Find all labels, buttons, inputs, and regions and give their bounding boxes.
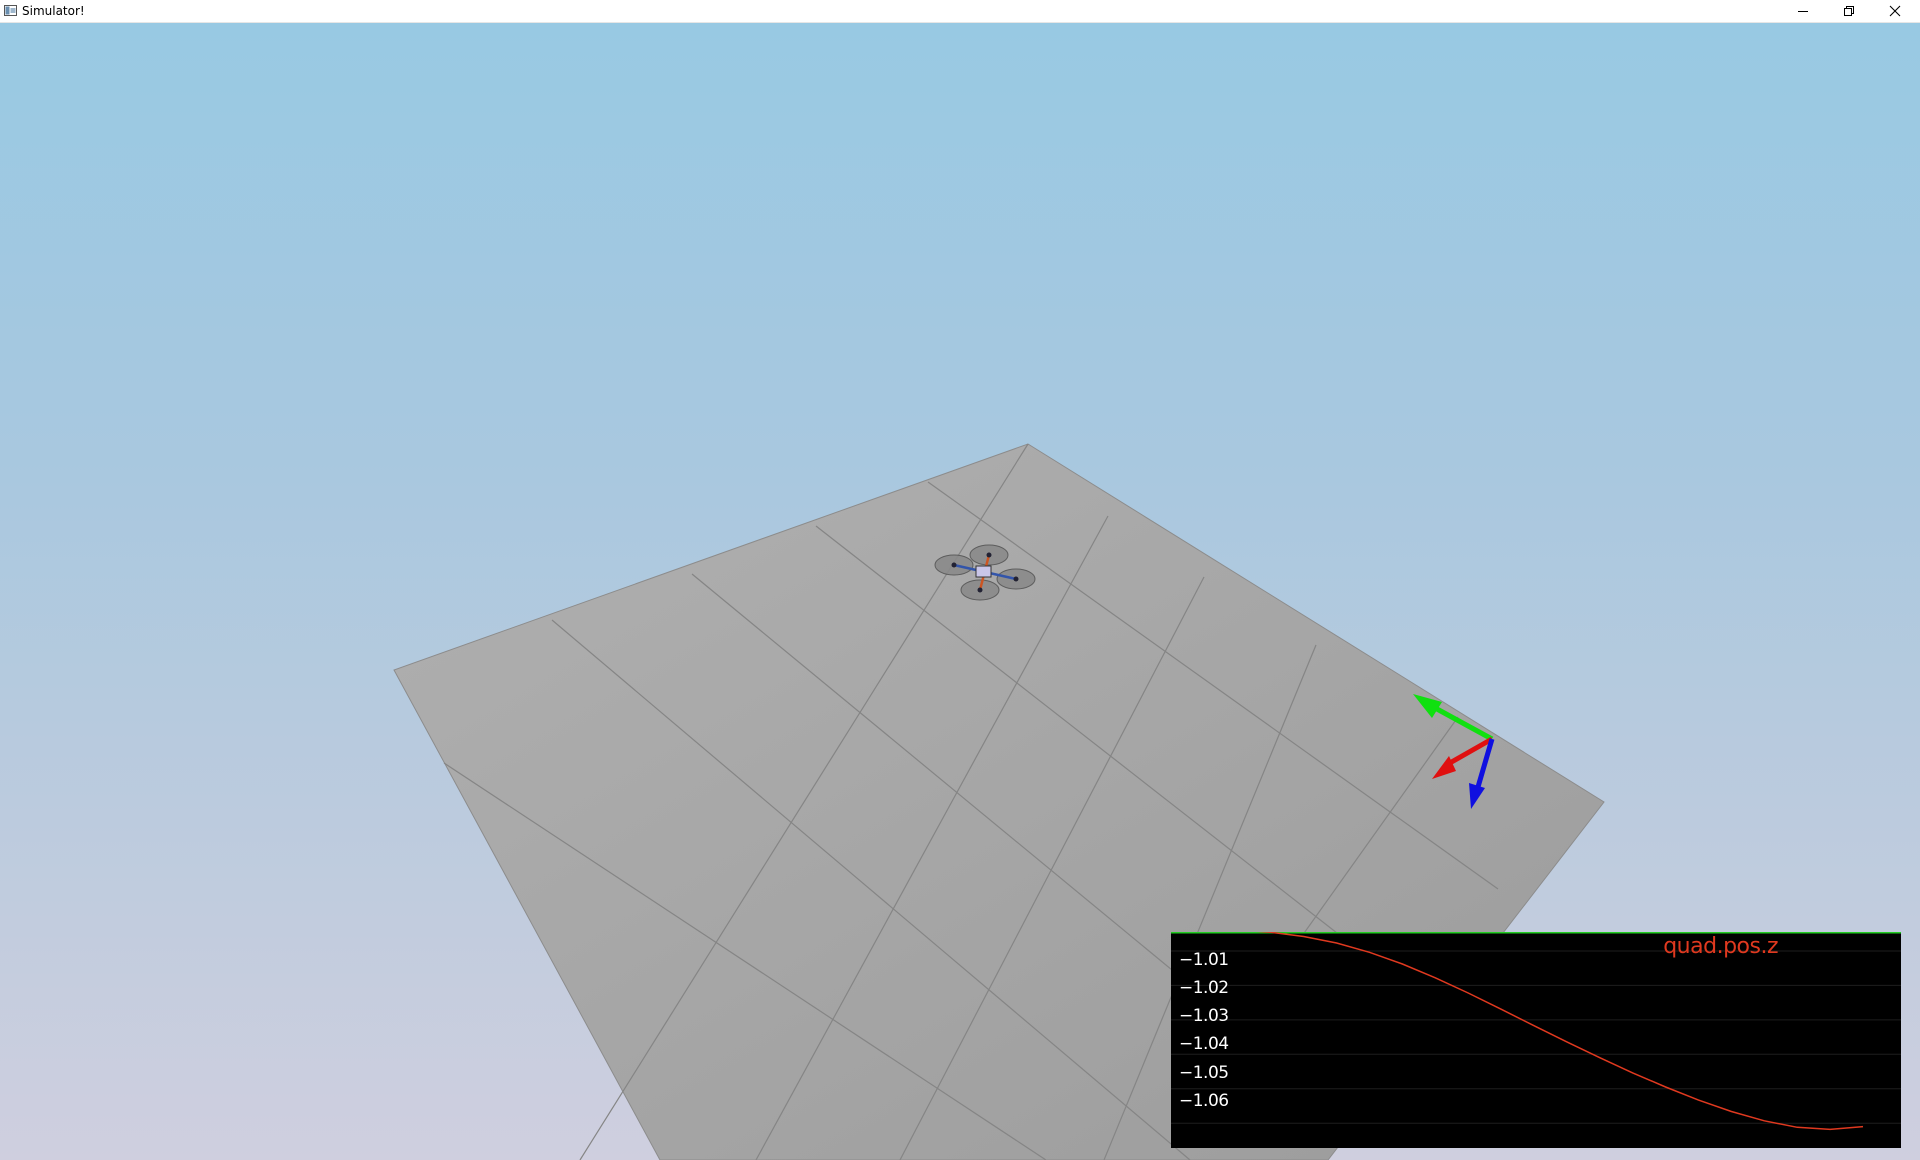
close-icon [1889,5,1901,17]
y-tick-label: −1.03 [1179,1006,1229,1026]
close-button[interactable] [1872,0,1918,22]
y-tick-label: −1.05 [1179,1063,1229,1083]
y-tick-label: −1.01 [1179,950,1229,970]
y-tick-label: −1.02 [1179,978,1229,998]
app-window-icon [4,5,17,16]
plot-canvas [1171,932,1901,1131]
restore-icon [1844,6,1854,16]
plot-series-line [1256,932,1864,1131]
simulator-window: Simulator! quad.pos.z −1.01 −1.02 −1.03 … [0,0,1920,1160]
restore-button[interactable] [1826,0,1872,22]
plot-title: quad.pos.z [1663,934,1778,959]
minimize-button[interactable] [1780,0,1826,22]
3d-viewport[interactable]: quad.pos.z −1.01 −1.02 −1.03 −1.04 −1.05… [0,23,1920,1160]
y-tick-label: −1.06 [1179,1091,1229,1111]
plot-panel[interactable]: quad.pos.z −1.01 −1.02 −1.03 −1.04 −1.05… [1171,932,1901,1148]
y-tick-label: −1.04 [1179,1034,1229,1054]
title-bar[interactable]: Simulator! [0,0,1920,23]
minimize-icon [1798,11,1808,12]
window-title: Simulator! [22,4,85,18]
